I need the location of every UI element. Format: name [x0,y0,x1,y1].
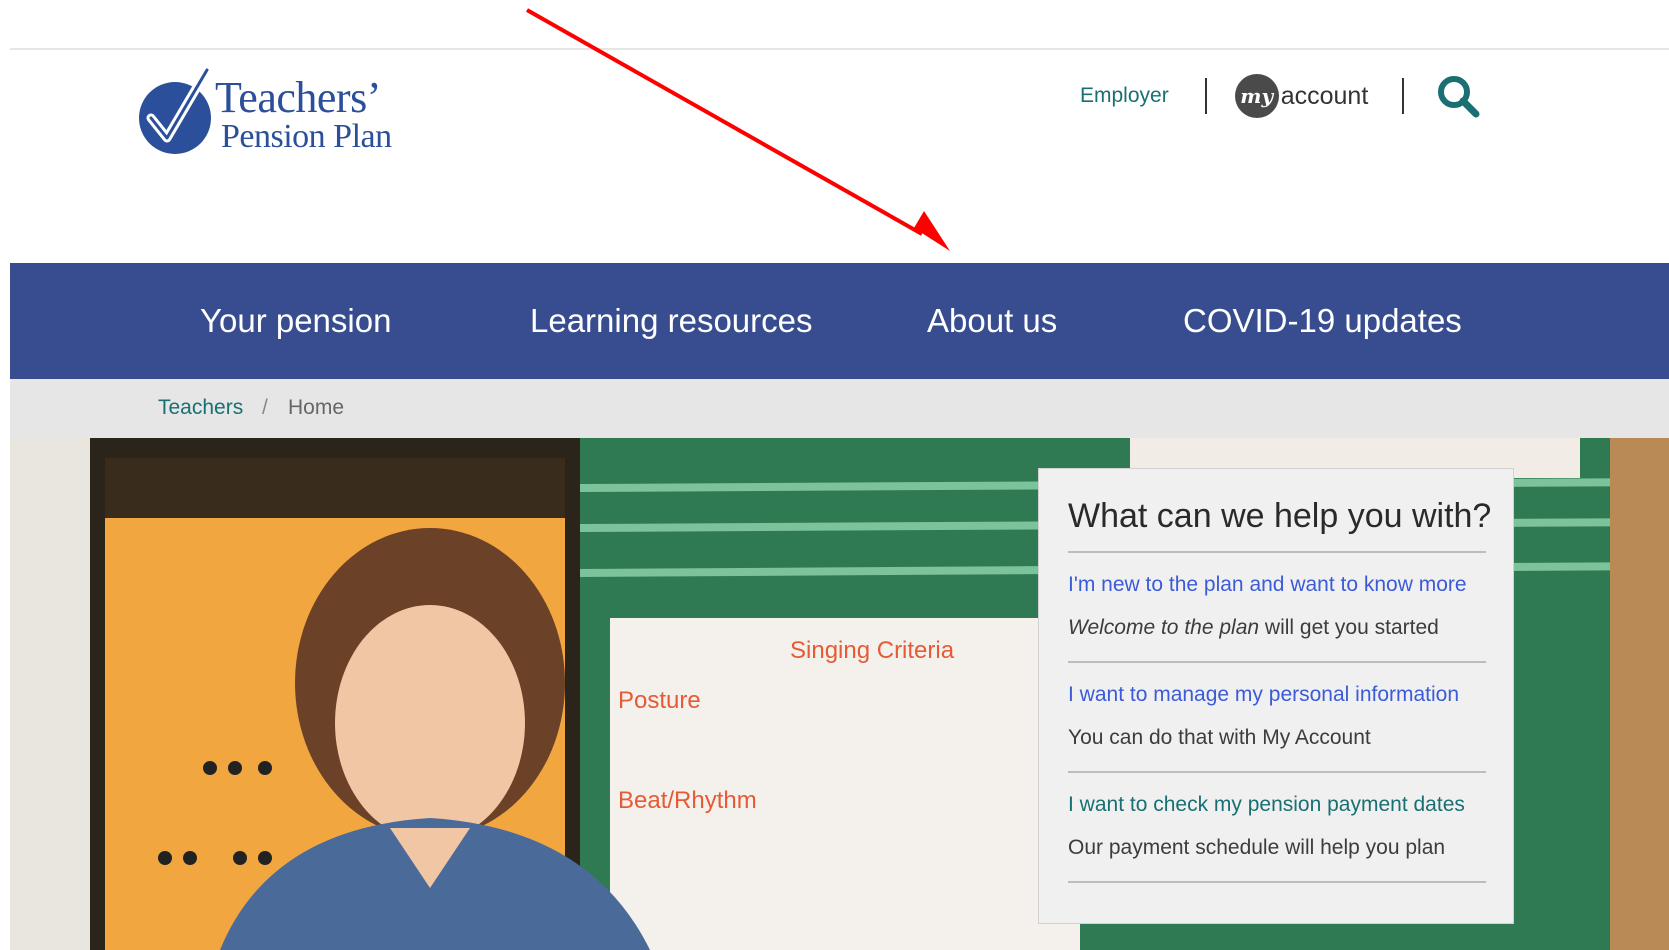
nav-your-pension[interactable]: Your pension [200,263,391,379]
breadcrumb-separator: / [262,396,268,419]
help-panel: What can we help you with? I'm new to th… [1038,468,1514,924]
help-desc-new-to-plan: Welcome to the plan will get you started [1068,616,1439,640]
utility-divider [1204,78,1207,114]
help-divider [1068,661,1486,663]
utility-nav: Employer my account [1080,68,1482,124]
logo-wordmark: Teachers’ Pension Plan [215,76,392,154]
site-logo[interactable]: Teachers’ Pension Plan [137,66,427,156]
help-desc-payment-dates: Our payment schedule will help you plan [1068,836,1446,859]
my-account-link[interactable]: my account [1234,74,1369,118]
help-desc-personal-information: You can do that with My Account [1068,726,1371,749]
main-navigation: Your pension Learning resources About us… [10,263,1669,379]
help-desc-emphasis: Welcome to the plan [1068,616,1260,639]
help-divider [1068,881,1486,883]
nav-about-us[interactable]: About us [927,263,1057,379]
help-link-payment-dates[interactable]: I want to check my pension payment dates [1068,793,1465,817]
logo-line-2: Pension Plan [221,118,392,155]
employer-link[interactable]: Employer [1080,84,1169,108]
help-desc-text: will get you started [1259,616,1439,639]
svg-text:Beat/Rhythm: Beat/Rhythm [618,787,757,814]
breadcrumb: Teachers / Home [10,379,1669,438]
help-panel-title: What can we help you with? [1068,497,1492,535]
nav-covid-19-updates[interactable]: COVID-19 updates [1183,263,1462,379]
help-divider [1068,771,1486,773]
logo-line-1: Teachers’ [215,73,381,122]
breadcrumb-teachers-link[interactable]: Teachers [158,396,243,420]
help-divider [1068,551,1486,553]
my-badge-text: my [1240,84,1274,108]
nav-learning-resources[interactable]: Learning resources [530,263,813,379]
breadcrumb-current: Home [288,396,345,419]
account-label: account [1280,81,1369,110]
utility-divider [1402,78,1405,114]
svg-text:Posture: Posture [618,687,701,714]
search-icon[interactable] [1434,72,1482,120]
help-link-new-to-plan[interactable]: I'm new to the plan and want to know mor… [1068,573,1467,597]
svg-text:Singing Criteria: Singing Criteria [790,637,955,664]
my-account-badge-icon: my [1234,74,1279,118]
logo-checkmark-icon [139,66,212,154]
help-link-personal-information[interactable]: I want to manage my personal information [1068,683,1459,707]
